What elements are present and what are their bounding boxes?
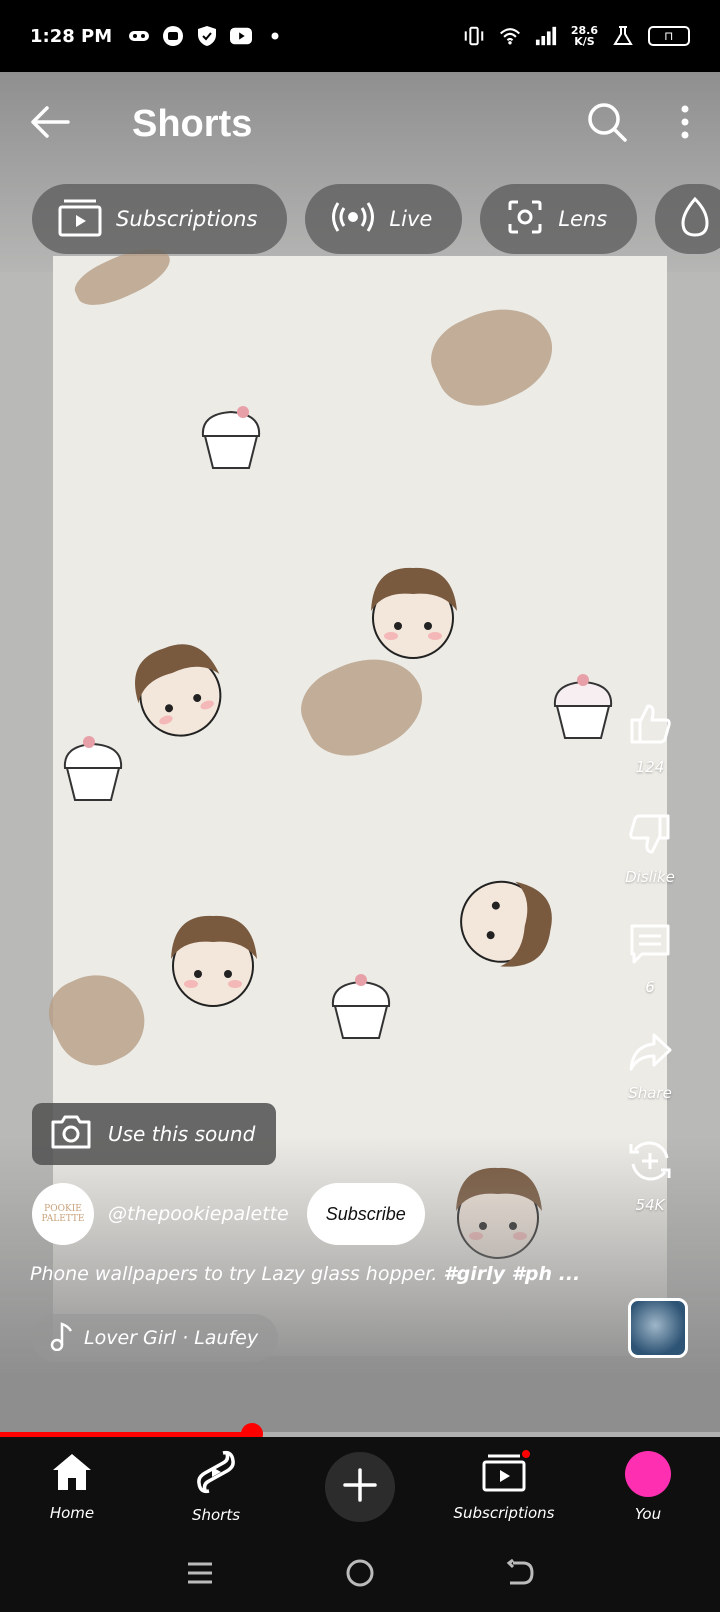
chibi-face-illustration [171,915,257,1007]
nav-home-label: Home [49,1504,95,1522]
description-hashtags[interactable]: #girly #ph ... [443,1263,580,1285]
live-icon [331,200,375,239]
youtube-icon [230,25,253,47]
bottom-navigation: Home Shorts Subscriptions You [0,1437,720,1537]
nav-you-label: You [634,1505,662,1523]
more-options-icon[interactable] [680,105,690,143]
share-icon [628,1032,672,1076]
shield-icon [196,25,218,47]
nav-subscriptions-label: Subscriptions [453,1504,555,1522]
music-label: Lover Girl · Laufey [84,1327,259,1349]
home-icon [51,1452,93,1496]
create-button[interactable] [325,1452,395,1522]
chibi-face-illustration [460,880,552,967]
subscribe-button[interactable]: Subscribe [306,1183,425,1245]
use-this-sound-label: Use this sound [108,1122,256,1146]
signal-icon [535,25,557,47]
channel-handle[interactable]: @thepookiepalette [108,1203,289,1225]
dislike-button[interactable]: Dislike [625,812,675,886]
new-content-badge [520,1448,532,1460]
like-button[interactable]: 124 [628,702,672,776]
subscriptions-icon [482,1452,526,1496]
cupcake-illustration [63,736,123,801]
share-button[interactable]: Share [628,1032,672,1102]
share-label: Share [628,1084,672,1102]
chip-subscriptions[interactable]: Subscriptions [32,184,288,254]
use-this-sound-button[interactable]: Use this sound [32,1103,276,1165]
music-note-icon [50,1321,74,1356]
system-navigation-bar [0,1537,720,1612]
like-count: 124 [635,758,665,776]
channel-avatar-text: POOKIE PALETTE [41,1204,85,1224]
back-icon[interactable] [505,1558,535,1591]
plus-icon [343,1468,377,1506]
comment-count: 6 [645,978,655,996]
chip-trending[interactable] [655,184,720,254]
nav-shorts-label: Shorts [191,1506,241,1524]
short-video-player[interactable]: Shorts Subscriptions Live Lens 124 Disli… [0,72,720,1437]
chip-lens[interactable]: Lens [480,184,638,254]
dislike-label: Dislike [625,868,675,886]
flask-icon [612,25,634,47]
subscriptions-icon [58,197,102,242]
music-chip[interactable]: Lover Girl · Laufey [32,1314,279,1362]
cupcake-illustration [553,674,613,739]
status-time: 1:28 PM [30,25,113,47]
chip-live[interactable]: Live [305,184,463,254]
camera-icon [50,1114,92,1155]
chibi-face-illustration [371,567,457,659]
status-system-icons: 28.6 K/S ⊓ [463,25,690,47]
game-controller-icon [128,25,150,47]
battery-icon: ⊓ [648,26,690,46]
thumbs-up-icon [628,702,672,750]
dot-icon [264,25,286,47]
remix-button[interactable]: 54K [627,1138,673,1214]
nav-shorts[interactable]: Shorts [156,1450,276,1524]
nav-subscriptions[interactable]: Subscriptions [444,1448,564,1522]
channel-avatar[interactable]: POOKIE PALETTE [32,1183,94,1245]
nav-create[interactable] [300,1452,420,1522]
search-icon[interactable] [586,101,628,147]
remix-count: 54K [635,1196,665,1214]
comments-button[interactable]: 6 [628,922,672,996]
page-title: Shorts [132,102,253,145]
remix-icon [627,1138,673,1188]
filter-chips: Subscriptions Live Lens [32,184,720,254]
chip-label: Live [389,207,433,231]
action-column: 124 Dislike 6 Share 54K [618,702,682,1250]
app-notification-icon [162,25,184,47]
cupcake-illustration [331,974,391,1039]
music-thumbnail[interactable] [628,1298,688,1358]
status-notification-icons [128,25,286,47]
lens-icon [506,198,544,241]
home-circle-icon[interactable] [345,1558,375,1592]
brown-brush-stroke [38,959,158,1079]
network-speed: 28.6 K/S [571,25,598,47]
cupcake-illustration [201,406,261,469]
wifi-icon [499,25,521,47]
flame-icon [677,196,713,242]
status-bar: 1:28 PM 28.6 K/S ⊓ [0,0,720,72]
description-text: Phone wallpapers to try Lazy glass hoppe… [30,1263,444,1285]
nav-home[interactable]: Home [12,1452,132,1522]
avatar [625,1451,671,1497]
top-app-bar: Shorts [0,72,720,176]
network-speed-unit: K/S [574,35,595,48]
channel-row: POOKIE PALETTE @thepookiepalette Subscri… [32,1183,425,1245]
recent-apps-icon[interactable] [185,1561,215,1589]
thumbs-down-icon [628,812,672,860]
chip-label: Lens [558,207,608,231]
chip-label: Subscriptions [116,207,258,231]
brown-brush-stroke [419,289,567,423]
bottom-shade [0,1137,720,1437]
comment-icon [628,922,672,970]
vibrate-icon [463,25,485,47]
nav-you[interactable]: You [588,1451,708,1523]
video-description[interactable]: Phone wallpapers to try Lazy glass hoppe… [30,1263,600,1285]
back-arrow-icon[interactable] [30,105,70,143]
shorts-icon [197,1450,235,1498]
